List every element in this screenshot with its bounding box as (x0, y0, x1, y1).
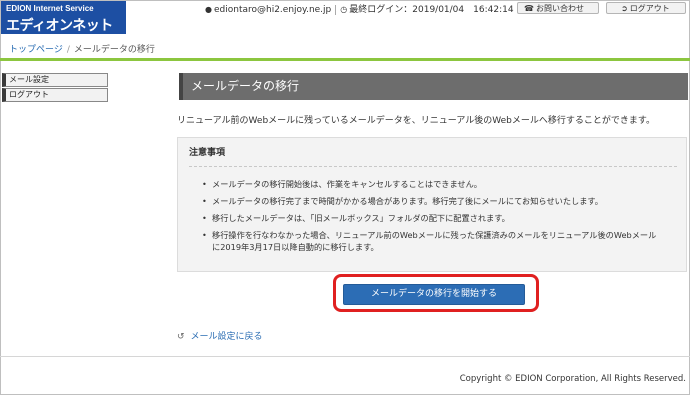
intro-text: リニューアル前のWebメールに残っているメールデータを、リニューアル後のWebメ… (177, 116, 655, 126)
user-info: ● ediontaro@hi2.enjoy.ne.jp ◷ 最終ログイン：2019/0… (205, 2, 514, 15)
breadcrumb-separator: / (66, 45, 70, 55)
notice-title: 注意事項 (189, 148, 226, 158)
sidebar-item-logout[interactable]: ログアウト (2, 88, 108, 102)
logout-label: ログアウト (629, 4, 670, 13)
edion-logo[interactable]: EDION Internet Service エディオンネット (1, 1, 126, 34)
breadcrumb-current: メールデータの移行 (73, 45, 155, 55)
clock-icon: ◷ (340, 5, 348, 14)
header: EDION Internet Service エディオンネット ● edionta… (0, 0, 690, 36)
notice-item: メールデータの移行完了まで時間がかかる場合があります。移行完了後にメールにてお知… (202, 195, 672, 207)
phone-icon: ☎ (524, 4, 534, 13)
contact-button[interactable]: ☎ お問い合わせ (517, 2, 599, 14)
logo-line2: エディオンネット (6, 18, 113, 34)
last-login-value: 2019/01/04 16:42:14 (412, 5, 514, 15)
logo-line1: EDION Internet Service (6, 4, 94, 13)
notice-list: メールデータの移行開始後は、作業をキャンセルすることはできません。 メールデータ… (202, 178, 672, 258)
sidebar-item-mail-settings[interactable]: メール設定 (2, 73, 108, 87)
back-link[interactable]: ↺ メール設定に戻る (177, 329, 263, 342)
notice-item: 移行操作を行なわなかった場合、リニューアル前のWebメールに残った保護済みのメー… (202, 229, 672, 253)
user-icon: ● (205, 5, 212, 14)
notice-box: 注意事項 メールデータの移行開始後は、作業をキャンセルすることはできません。 メ… (177, 137, 687, 272)
notice-item: メールデータの移行開始後は、作業をキャンセルすることはできません。 (202, 178, 672, 190)
logout-button[interactable]: ➲ ログアウト (606, 2, 686, 14)
footer-divider (0, 356, 690, 357)
sidebar: メール設定 ログアウト (2, 73, 109, 103)
notice-item: 移行したメールデータは、「旧メールボックス」フォルダの配下に配置されます。 (202, 212, 672, 224)
logout-icon: ➲ (621, 4, 628, 13)
back-link-label: メール設定に戻る (190, 332, 263, 342)
back-arrow-icon: ↺ (177, 332, 185, 342)
notice-divider (189, 166, 677, 167)
copyright: Copyright © EDION Corporation, All Right… (459, 374, 686, 384)
highlight-annotation (333, 274, 539, 312)
user-email: ediontaro@hi2.enjoy.ne.jp (213, 5, 332, 15)
breadcrumb-home[interactable]: トップページ (9, 45, 63, 55)
page-title: メールデータの移行 (179, 73, 688, 100)
header-accent-line (0, 58, 690, 61)
last-login-label: 最終ログイン： (349, 5, 413, 15)
divider (335, 4, 337, 15)
contact-label: お問い合わせ (535, 4, 584, 13)
breadcrumb: トップページ / メールデータの移行 (9, 42, 155, 55)
